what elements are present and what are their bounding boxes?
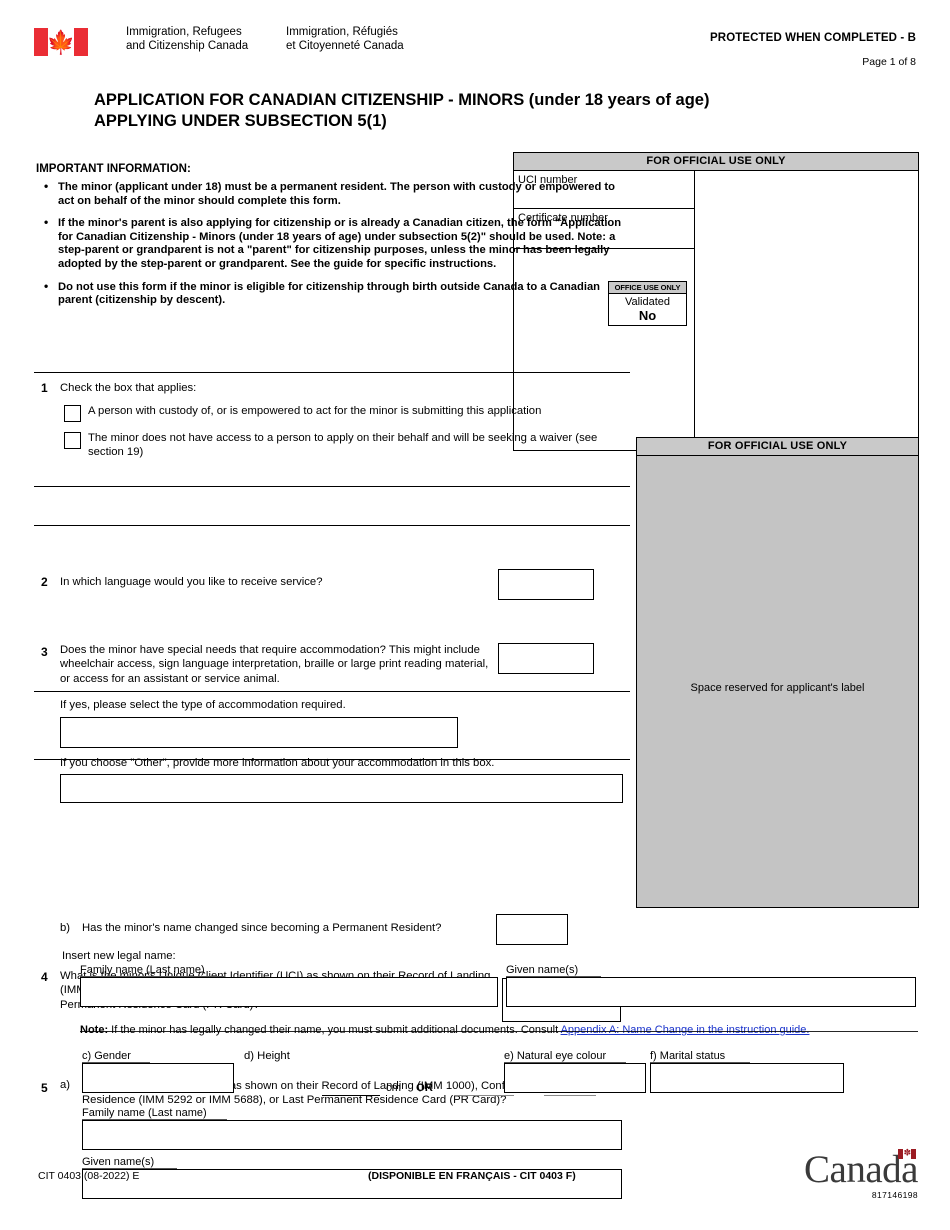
form-page: 🍁 Immigration, Refugees and Citizenship … bbox=[0, 0, 950, 1230]
appendix-a-link[interactable]: Appendix A: Name Change in the instructi… bbox=[561, 1024, 810, 1036]
name-changed-input[interactable] bbox=[496, 914, 568, 945]
official-use-heading: FOR OFFICIAL USE ONLY bbox=[513, 152, 919, 171]
eye-colour-input[interactable] bbox=[504, 1063, 646, 1093]
new-family-name-label: Family name (Last name) bbox=[80, 964, 225, 977]
height-cm-unit: cm bbox=[386, 1082, 402, 1094]
question-1-option-2-label: The minor does not have access to a pers… bbox=[88, 432, 598, 459]
department-name-fr: Immigration, Réfugiés et Citoyenneté Can… bbox=[286, 26, 404, 53]
note-text: If the minor has legally changed their n… bbox=[108, 1024, 561, 1036]
question-3-text: Does the minor have special needs that r… bbox=[60, 644, 489, 685]
department-fr-line1: Immigration, Réfugiés bbox=[286, 26, 398, 38]
marital-status-field: f) Marital status bbox=[650, 1050, 844, 1093]
validated-box: OFFICE USE ONLY Validated No bbox=[608, 281, 687, 326]
canada-wordmark-flag-icon bbox=[898, 1149, 916, 1159]
question-4-number: 4 bbox=[41, 970, 48, 985]
department-en-line1: Immigration, Refugees bbox=[126, 26, 242, 38]
question-2-number: 2 bbox=[41, 575, 48, 590]
gender-label: c) Gender bbox=[82, 1050, 150, 1063]
given-name-label: Given name(s) bbox=[82, 1156, 177, 1170]
checkbox-waiver[interactable] bbox=[64, 432, 81, 450]
official-use-label-heading: FOR OFFICIAL USE ONLY bbox=[636, 437, 919, 456]
question-1-divider bbox=[34, 372, 630, 373]
form-code: CIT 0403 (08-2022) E bbox=[38, 1170, 140, 1182]
certificate-number-field[interactable]: Certificate number bbox=[514, 209, 694, 249]
language-of-service-input[interactable] bbox=[498, 569, 594, 601]
note-bold-prefix: Note: bbox=[80, 1024, 109, 1036]
applicant-label-area: Space reserved for applicant's label bbox=[636, 456, 919, 908]
question-1-option-1-label: A person with custody of, or is empowere… bbox=[88, 405, 542, 418]
office-use-only-heading: OFFICE USE ONLY bbox=[608, 281, 687, 294]
insert-new-legal-name-label: Insert new legal name: bbox=[62, 950, 176, 962]
eye-colour-field: e) Natural eye colour bbox=[504, 1050, 646, 1093]
title-line-2: APPLYING UNDER SUBSECTION 5(1) bbox=[94, 112, 387, 130]
question-5b-text: Has the minor's name changed since becom… bbox=[82, 922, 442, 934]
question-5b-marker: b) bbox=[60, 922, 71, 934]
note-strikethrough-line bbox=[80, 1031, 918, 1032]
height-or-separator: OR bbox=[416, 1082, 433, 1094]
question-5a-marker: a) bbox=[60, 1078, 71, 1091]
name-change-note: Note: If the minor has legally changed t… bbox=[80, 1024, 918, 1036]
eye-colour-label: e) Natural eye colour bbox=[504, 1050, 626, 1063]
page-indicator: Page 1 of 8 bbox=[862, 56, 916, 68]
physical-attributes-row: c) Gender d) Height cm OR ft. in. e) Nat… bbox=[82, 1050, 922, 1100]
question-1-option-1[interactable]: A person with custody of, or is empowere… bbox=[34, 404, 630, 423]
family-name-label: Family name (Last name) bbox=[82, 1107, 227, 1121]
marital-status-input[interactable] bbox=[650, 1063, 844, 1093]
department-name-en: Immigration, Refugees and Citizenship Ca… bbox=[126, 26, 248, 53]
question-4-divider bbox=[34, 691, 630, 692]
uci-number-field[interactable]: UCI number bbox=[514, 171, 694, 209]
accommodation-other-input[interactable] bbox=[60, 774, 623, 804]
canada-wordmark-text: Canada bbox=[804, 1149, 918, 1189]
uci-number-label: UCI number bbox=[518, 174, 578, 186]
question-3-divider bbox=[34, 525, 630, 526]
protection-marking: PROTECTED WHEN COMPLETED - B bbox=[710, 32, 916, 44]
question-2-divider bbox=[34, 486, 630, 487]
question-3-number: 3 bbox=[41, 645, 48, 660]
question-5-divider bbox=[34, 759, 630, 760]
accommodation-yesno-input[interactable] bbox=[498, 643, 594, 675]
question-3: 3 Does the minor have special needs that… bbox=[34, 643, 630, 804]
new-given-name-label: Given name(s) bbox=[506, 964, 601, 977]
french-version-note: (DISPONIBLE EN FRANÇAIS - CIT 0403 F) bbox=[368, 1170, 576, 1182]
family-name-input[interactable] bbox=[82, 1120, 622, 1151]
question-1-option-2[interactable]: The minor does not have access to a pers… bbox=[34, 431, 630, 459]
validated-body: Validated No bbox=[608, 294, 687, 326]
canada-flag-icon: 🍁 bbox=[34, 28, 88, 56]
question-1-text: Check the box that applies: bbox=[60, 382, 197, 394]
barcode-number: 817146198 bbox=[871, 1190, 918, 1200]
question-3-subtext-1: If yes, please select the type of accomm… bbox=[60, 698, 346, 711]
new-given-name-input[interactable] bbox=[506, 977, 916, 1007]
gender-field: c) Gender bbox=[82, 1050, 234, 1093]
accommodation-type-input[interactable] bbox=[60, 717, 458, 749]
validated-value: No bbox=[638, 308, 657, 323]
official-use-only-label-space: FOR OFFICIAL USE ONLY Space reserved for… bbox=[636, 437, 919, 908]
question-1: 1 Check the box that applies: A person w… bbox=[34, 381, 630, 459]
question-1-number: 1 bbox=[41, 381, 48, 395]
canada-wordmark: Canada 817146198 bbox=[804, 1149, 918, 1200]
gender-input[interactable] bbox=[82, 1063, 234, 1093]
question-5-number: 5 bbox=[41, 1080, 48, 1095]
title-line-1: APPLICATION FOR CANADIAN CITIZENSHIP - M… bbox=[94, 91, 710, 109]
new-family-name-input[interactable] bbox=[80, 977, 498, 1007]
height-cm-input[interactable] bbox=[322, 1080, 380, 1096]
question-2: 2 In which language would you like to re… bbox=[34, 569, 630, 604]
page-header: 🍁 Immigration, Refugees and Citizenship … bbox=[34, 26, 916, 70]
page-title: APPLICATION FOR CANADIAN CITIZENSHIP - M… bbox=[94, 90, 874, 132]
checkbox-custody[interactable] bbox=[64, 405, 81, 423]
applicant-label-text: Space reserved for applicant's label bbox=[690, 682, 865, 694]
certificate-number-label: Certificate number bbox=[518, 212, 608, 224]
new-legal-name-section: Insert new legal name: Family name (Last… bbox=[62, 950, 918, 1007]
department-fr-line2: et Citoyenneté Canada bbox=[286, 39, 404, 52]
department-en-line2: and Citizenship Canada bbox=[126, 39, 249, 52]
marital-status-label: f) Marital status bbox=[650, 1050, 750, 1063]
